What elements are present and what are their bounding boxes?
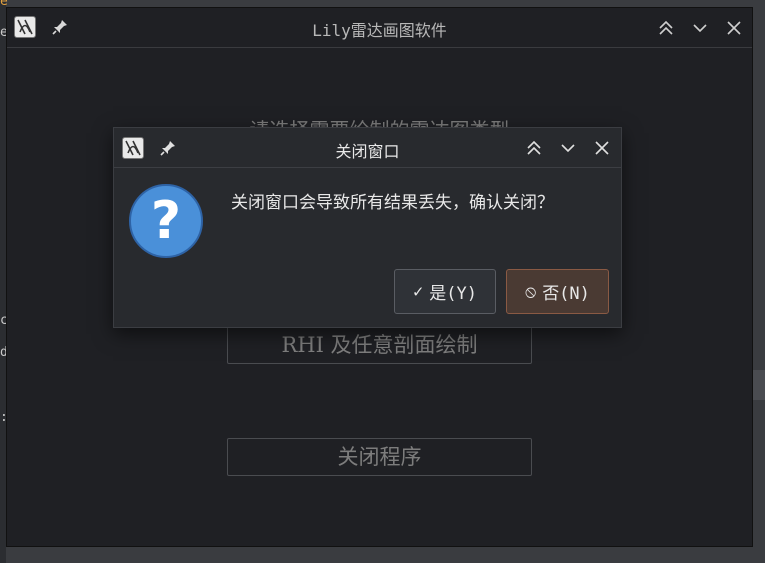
yes-button-label: 是(Y) <box>429 284 477 304</box>
close-icon[interactable] <box>592 138 612 158</box>
window-title: Lily雷达画图软件 <box>312 21 447 40</box>
rhi-section-button[interactable]: RHI 及任意剖面绘制 <box>227 326 532 364</box>
dialog-title: 关闭窗口 <box>335 142 400 161</box>
dialog-message: 关闭窗口会导致所有结果丢失，确认关闭？ <box>231 193 554 213</box>
minimize-icon[interactable] <box>690 18 710 38</box>
no-button[interactable]: ⦸ 否(N) <box>506 269 609 314</box>
dialog-titlebar[interactable]: 关闭窗口 <box>114 128 621 168</box>
forbidden-icon: ⦸ <box>525 281 537 302</box>
question-icon: ? <box>129 184 203 258</box>
collapse-icon[interactable] <box>524 138 544 158</box>
close-confirm-dialog: 关闭窗口 ? 关闭窗口会导致所有结果丢失，确认关闭？ ✓ 是(Y) ⦸ 否(N) <box>113 127 622 328</box>
no-button-label: 否(N) <box>542 284 590 304</box>
main-titlebar[interactable]: Lily雷达画图软件 <box>7 8 752 48</box>
close-icon[interactable] <box>724 18 744 38</box>
yes-button[interactable]: ✓ 是(Y) <box>394 269 496 314</box>
close-program-button[interactable]: 关闭程序 <box>227 438 532 476</box>
minimize-icon[interactable] <box>558 138 578 158</box>
collapse-icon[interactable] <box>656 18 676 38</box>
check-icon: ✓ <box>413 281 424 302</box>
background-window-edge <box>753 370 765 400</box>
